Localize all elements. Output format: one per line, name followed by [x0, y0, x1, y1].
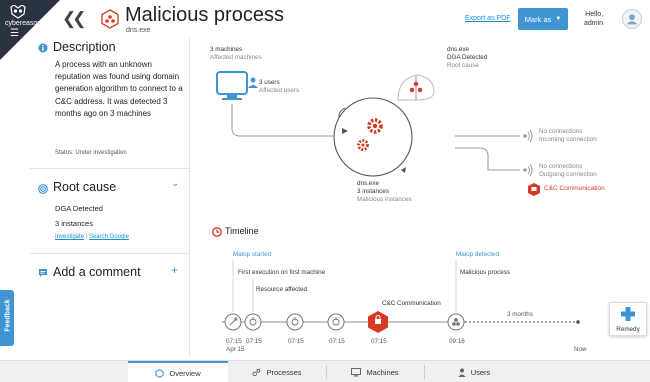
root-process-detail: DGA Detected	[447, 54, 488, 61]
root-cause-links: Investigate | Search Google	[55, 234, 129, 240]
root-process-name: dns.exe	[447, 46, 470, 53]
instance-name: dns.exe	[357, 180, 380, 187]
malicious-instances-info[interactable]: dns.exe 3 instances Malicious instances	[357, 180, 412, 204]
brand-name: cybereason	[5, 20, 42, 27]
tab-overview[interactable]: Overview	[128, 361, 228, 382]
timeline-title: Timeline	[225, 226, 259, 236]
user-icon	[458, 368, 466, 377]
investigate-link[interactable]: Investigate	[55, 234, 84, 240]
hexagon-icon	[155, 368, 164, 378]
mark-as-label: Mark as	[524, 14, 552, 24]
incoming-connection-icon	[523, 129, 533, 143]
page-subtitle: dns.exe	[126, 27, 151, 34]
users-info[interactable]: 3 users Affected users	[259, 79, 299, 95]
clock-icon	[212, 227, 222, 237]
timeline-time: 07:15	[288, 338, 304, 345]
chevron-down-icon: ▼	[555, 16, 562, 22]
comment-icon	[39, 269, 47, 277]
cc-communication-label[interactable]: C&C Communication	[544, 185, 605, 192]
timeline-time: 09:16	[449, 338, 465, 345]
page-title: Malicious process	[125, 4, 284, 26]
search-google-link[interactable]: Search Google	[89, 234, 129, 240]
add-comment-plus-icon[interactable]: +	[171, 263, 178, 277]
user-avatar-icon[interactable]	[622, 9, 642, 29]
user-name: admin	[584, 20, 604, 27]
collapse-panel-icon[interactable]: ❮❮	[62, 9, 86, 29]
malicious-process-circle	[333, 97, 413, 177]
remedy-button[interactable]: Remedy	[609, 302, 647, 336]
export-pdf-link[interactable]: Export as PDF	[465, 15, 511, 22]
user-icon	[248, 77, 258, 88]
tab-processes[interactable]: Processes	[228, 361, 326, 382]
timeline-time-value: 07:15	[226, 338, 242, 345]
root-cause-instances: 3 instances	[55, 219, 93, 228]
users-count: 3 users	[259, 79, 280, 86]
timeline-time: 07:15	[329, 338, 345, 345]
malop-started-label: Malop started	[233, 251, 272, 258]
cc-communication-icon	[528, 183, 540, 196]
incoming-connection-info: No connections Incoming connection	[539, 128, 597, 144]
tab-processes-label: Processes	[266, 367, 302, 377]
hamburger-menu-icon[interactable]: ☰	[10, 29, 19, 39]
instance-count: 3 instances	[357, 188, 389, 195]
timeline-event-label: Malicious process	[460, 269, 511, 276]
status-text: Status: Under investigation	[55, 150, 127, 156]
timeline-event-label: Resource affected	[256, 286, 307, 293]
fingerprint-icon	[38, 184, 48, 194]
biohazard-badge-icon	[101, 9, 119, 29]
monitor-icon	[351, 367, 362, 376]
app: cybereason ☰ ❮❮ Malicious process dns.ex…	[0, 0, 650, 382]
timeline-cc-node	[368, 311, 388, 333]
timeline-node-glyphs	[229, 317, 460, 326]
greeting-text: Hello,	[585, 11, 604, 18]
timeline-event-label: First execution on first machine	[238, 269, 326, 276]
feedback-label: Feedback	[4, 299, 12, 332]
tab-machines[interactable]: Machines	[326, 361, 424, 382]
divider	[30, 168, 190, 169]
owl-logo-icon	[10, 5, 26, 19]
timeline-now-label: Now	[574, 346, 587, 353]
tab-overview-label: Overview	[169, 368, 201, 378]
timeline-date-value: Apr 15	[226, 346, 245, 353]
outgoing-connection-info: No connections Outgoing connection	[539, 163, 597, 179]
bottom-tab-bar: Overview Processes Machines Users	[0, 360, 650, 382]
tab-users-label: Users	[470, 367, 491, 377]
timeline-time: 07:15	[371, 338, 387, 345]
machines-info[interactable]: 3 machines Affected machines	[210, 46, 262, 62]
timeline-event-label: C&C Communication	[382, 300, 441, 307]
description-text: A process with an unknown reputation was…	[55, 60, 183, 118]
root-cause-title: Root cause	[53, 180, 117, 194]
computer-icon	[216, 71, 248, 100]
machines-label: Affected machines	[210, 54, 262, 61]
add-comment-title: Add a comment	[53, 265, 141, 279]
outgoing-title: No connections	[539, 163, 583, 170]
remedy-label: Remedy	[616, 326, 640, 333]
root-cause-info[interactable]: dns.exe DGA Detected Root cause	[447, 46, 487, 70]
divider	[30, 253, 190, 254]
outgoing-label: Outgoing connection	[539, 171, 597, 178]
incoming-title: No connections	[539, 128, 583, 135]
timeline-time: 07:15 Apr 15	[226, 338, 245, 354]
plus-icon	[621, 307, 635, 321]
tab-users[interactable]: Users	[424, 361, 524, 382]
timeline-gap-label: 3 months	[507, 311, 533, 318]
description-title: Description	[53, 40, 116, 54]
users-label: Affected users	[259, 87, 300, 94]
timeline-time: 07:15	[246, 338, 262, 345]
instance-label: Malicious instances	[357, 196, 412, 203]
tab-machines-label: Machines	[366, 367, 399, 377]
user-greeting: Hello, admin	[584, 10, 603, 28]
mark-as-button[interactable]: Mark as ▼	[518, 8, 568, 30]
link-separator: |	[85, 234, 88, 240]
info-icon	[38, 43, 48, 53]
processes-icon	[252, 368, 261, 376]
machines-count: 3 machines	[210, 46, 243, 53]
outgoing-connection-icon	[523, 163, 533, 177]
malop-detected-label: Malop detected	[456, 251, 500, 258]
root-cause-detection: DGA Detected	[55, 204, 103, 213]
chevron-down-icon[interactable]: ⌄	[171, 178, 179, 189]
incoming-label: Incoming connection	[539, 136, 597, 143]
root-process-label: Root cause	[447, 62, 479, 69]
